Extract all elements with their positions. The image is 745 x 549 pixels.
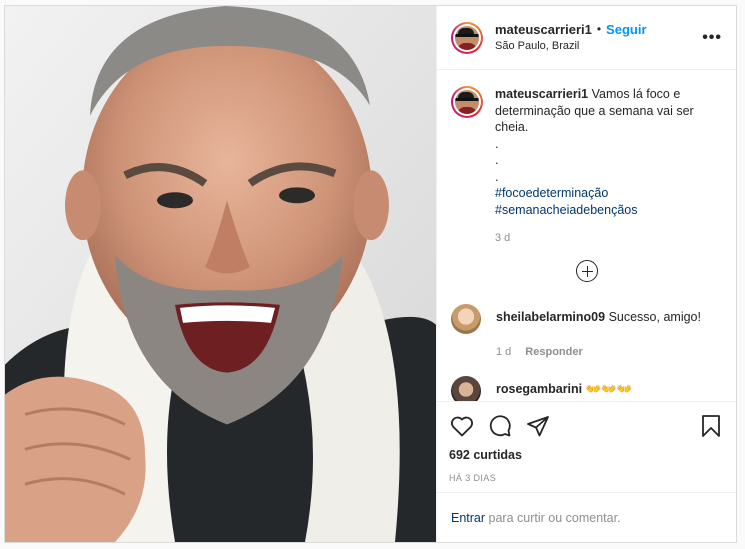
likes-count[interactable]: 692 curtidas: [449, 448, 724, 462]
caption-username[interactable]: mateuscarrieri1: [495, 87, 588, 101]
post-actions: 692 curtidas HÁ 3 DIAS: [437, 401, 736, 483]
commenter-avatar[interactable]: [451, 376, 481, 401]
add-comment-text: para curtir ou comentar.: [488, 510, 621, 525]
heart-icon[interactable]: [449, 413, 475, 439]
bookmark-icon[interactable]: [698, 413, 724, 439]
post-side-panel: mateuscarrieri1 • Seguir São Paulo, Braz…: [436, 6, 736, 542]
caption-row: mateuscarrieri1 Vamos lá foco e determin…: [451, 86, 722, 218]
caption-author-avatar[interactable]: [451, 86, 483, 118]
comment-text: Sucesso, amigo!: [608, 310, 701, 324]
action-icons: [449, 412, 724, 440]
hashtag-link[interactable]: #focoedeterminação: [495, 185, 705, 202]
add-comment-bar: Entrar para curtir ou comentar.: [437, 492, 736, 542]
comment-item: rosegambarini 👐👐👐: [451, 376, 722, 401]
post-location[interactable]: São Paulo, Brazil: [495, 38, 647, 55]
post-header: mateuscarrieri1 • Seguir São Paulo, Braz…: [437, 6, 736, 70]
commenter-username[interactable]: sheilabelarmino09: [496, 310, 605, 324]
comment-item: sheilabelarmino09 Sucesso, amigo!: [451, 304, 722, 334]
caption-dot: .: [495, 169, 499, 184]
caption-text: mateuscarrieri1 Vamos lá foco e determin…: [495, 86, 705, 218]
post-date[interactable]: HÁ 3 DIAS: [449, 473, 724, 483]
comment-meta: 1 d Responder: [496, 346, 722, 358]
commenter-avatar[interactable]: [451, 304, 481, 334]
login-link[interactable]: Entrar: [451, 511, 485, 525]
reply-button[interactable]: Responder: [525, 346, 582, 358]
share-icon[interactable]: [525, 413, 551, 439]
separator-dot: •: [596, 21, 602, 36]
more-options-icon[interactable]: •••: [702, 30, 722, 46]
author-avatar[interactable]: [451, 21, 483, 54]
instagram-post: mateuscarrieri1 • Seguir São Paulo, Braz…: [4, 5, 737, 543]
author-username[interactable]: mateuscarrieri1: [495, 21, 592, 38]
avatar-photo: [455, 25, 479, 50]
comments-section[interactable]: mateuscarrieri1 Vamos lá foco e determin…: [437, 70, 736, 401]
comment-time[interactable]: 1 d: [496, 346, 511, 358]
caption-dot: .: [495, 136, 499, 151]
post-photo[interactable]: [5, 6, 436, 542]
comment-icon[interactable]: [487, 413, 513, 439]
hashtag-link[interactable]: #semanacheiadebençãos: [495, 202, 705, 219]
man-laughing-photo: [5, 6, 436, 542]
comment-text: 👐👐👐: [585, 382, 633, 396]
follow-button[interactable]: Seguir: [606, 21, 646, 38]
load-more-comments-icon[interactable]: [575, 260, 598, 282]
commenter-username[interactable]: rosegambarini: [496, 382, 582, 396]
caption-time[interactable]: 3 d: [495, 232, 722, 244]
caption-dot: .: [495, 153, 499, 167]
